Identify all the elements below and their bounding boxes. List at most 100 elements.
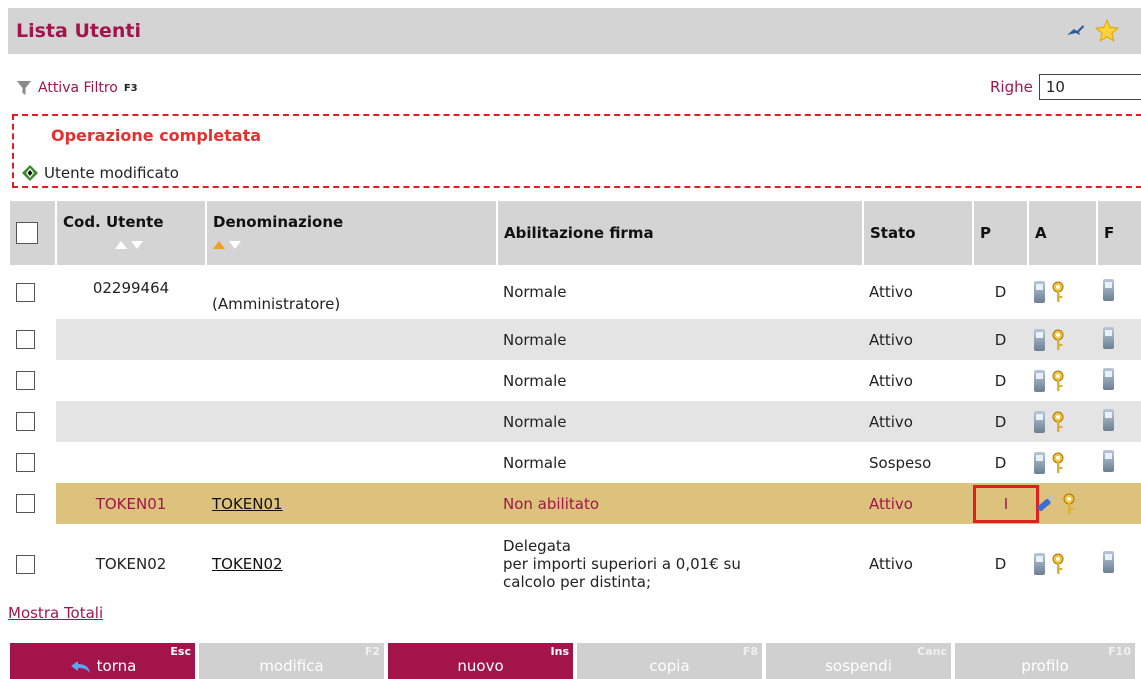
back-button-label: torna <box>96 657 137 675</box>
cell-a <box>1028 360 1097 401</box>
sort-asc-icon[interactable] <box>115 241 127 249</box>
show-totals-link[interactable]: Mostra Totali <box>8 604 103 622</box>
star-icon[interactable] <box>1094 18 1120 44</box>
back-button[interactable]: torna Esc <box>10 643 195 679</box>
cell-p: D <box>994 371 1007 390</box>
row-checkbox[interactable] <box>16 330 35 349</box>
new-button[interactable]: nuovo Ins <box>388 643 573 679</box>
table-row[interactable]: Normale Attivo D <box>10 319 1141 360</box>
row-checkbox[interactable] <box>16 282 35 302</box>
back-arrow-icon <box>70 661 90 673</box>
row-checkbox[interactable] <box>16 371 35 390</box>
cell-cod <box>56 319 206 360</box>
phone-icon[interactable] <box>1034 328 1045 351</box>
key-icon[interactable] <box>1051 329 1065 351</box>
filter-toggle[interactable]: Attiva Filtro F3 <box>16 80 138 96</box>
key-icon[interactable] <box>1062 493 1076 515</box>
table-row[interactable]: 02299464 (Amministratore) Normale Attivo… <box>10 265 1141 319</box>
cell-a <box>1028 524 1097 604</box>
key-icon[interactable] <box>1051 281 1065 303</box>
usb-token-icon[interactable] <box>1034 493 1056 515</box>
header-f: F <box>1097 201 1141 265</box>
abil-line-3: calcolo per distinta; <box>503 573 652 591</box>
key-icon[interactable] <box>1051 452 1065 474</box>
table-row-selected[interactable]: TOKEN01 TOKEN01 Non abilitato Attivo I <box>10 483 1141 524</box>
phone-icon[interactable] <box>1034 369 1045 392</box>
page-title: Lista Utenti <box>16 20 141 42</box>
copy-button-key: F8 <box>742 645 758 658</box>
cell-f <box>1097 360 1141 401</box>
key-icon[interactable] <box>1051 411 1065 433</box>
table-row[interactable]: Normale Sospeso D <box>10 442 1141 483</box>
row-checkbox[interactable] <box>16 494 35 513</box>
phone-icon[interactable] <box>1034 451 1045 474</box>
suspend-button-key: Canc <box>917 645 947 658</box>
cell-f <box>1097 265 1141 319</box>
title-bar: Lista Utenti <box>8 8 1141 54</box>
header-stato: Stato <box>863 201 974 265</box>
cell-stato: Attivo <box>863 319 973 360</box>
select-all-checkbox[interactable] <box>16 222 38 244</box>
abil-line-2: per importi superiori a 0,01€ su <box>503 555 741 573</box>
abil-line-1: Delegata <box>503 537 571 555</box>
phone-icon[interactable] <box>1103 449 1114 472</box>
pin-icon[interactable] <box>1065 22 1085 38</box>
back-button-key: Esc <box>170 645 191 658</box>
new-button-key: Ins <box>550 645 569 658</box>
cell-den: (Amministratore) <box>212 295 341 313</box>
cell-f <box>1097 524 1141 604</box>
cell-den <box>206 442 497 483</box>
cell-abil: Normale <box>497 401 863 442</box>
message-title: Operazione completata <box>51 126 262 145</box>
edit-button[interactable]: modifica F2 <box>199 643 384 679</box>
cell-den <box>206 360 497 401</box>
sort-desc-icon[interactable] <box>131 241 143 249</box>
header-p: P <box>973 201 1029 265</box>
table-row[interactable]: Normale Attivo D <box>10 360 1141 401</box>
cell-a <box>1028 265 1097 319</box>
cell-cod: 02299464 <box>92 279 170 297</box>
table-row[interactable]: Normale Attivo D <box>10 401 1141 442</box>
phone-icon[interactable] <box>1103 551 1114 573</box>
cell-abil: Normale <box>503 371 567 390</box>
message-line: Utente modificato <box>22 164 179 182</box>
key-icon[interactable] <box>1051 370 1065 392</box>
suspend-button[interactable]: sospendi Canc <box>766 643 951 679</box>
user-link[interactable]: TOKEN01 <box>212 495 283 513</box>
phone-icon[interactable] <box>1034 281 1045 303</box>
phone-icon[interactable] <box>1034 410 1045 433</box>
cell-cod <box>56 442 206 483</box>
table-row[interactable]: TOKEN02 TOKEN02 Delegata per importi sup… <box>10 524 1141 604</box>
new-button-label: nuovo <box>457 657 504 675</box>
rows-label: Righe <box>990 78 1033 96</box>
cell-stato: Attivo <box>869 371 913 390</box>
cell-p: I <box>973 483 1039 524</box>
cell-a <box>1028 442 1097 483</box>
phone-icon[interactable] <box>1103 326 1114 349</box>
users-table: Cod. Utente Denominazione Abilitazione f… <box>10 201 1141 604</box>
cell-den: TOKEN02 <box>206 524 497 604</box>
message-box: Operazione completata Utente modificato <box>12 114 1141 188</box>
phone-icon[interactable] <box>1103 279 1114 301</box>
cell-p: D <box>994 283 1007 301</box>
filter-link[interactable]: Attiva Filtro <box>38 80 118 96</box>
phone-icon[interactable] <box>1103 367 1114 390</box>
profile-button[interactable]: profilo F10 <box>955 643 1135 679</box>
key-icon[interactable] <box>1051 553 1065 575</box>
row-checkbox[interactable] <box>16 412 35 431</box>
funnel-icon <box>17 81 31 95</box>
sort-asc-active-icon[interactable] <box>213 241 225 249</box>
copy-button[interactable]: copia F8 <box>577 643 762 679</box>
header-abilitazione: Abilitazione firma <box>497 201 864 265</box>
phone-icon[interactable] <box>1034 553 1045 575</box>
rows-select[interactable]: 10 <box>1038 74 1141 100</box>
row-checkbox[interactable] <box>16 554 35 574</box>
sort-desc-icon[interactable] <box>229 241 241 249</box>
user-link[interactable]: TOKEN02 <box>212 555 283 573</box>
cell-abil: Non abilitato <box>497 483 863 524</box>
phone-icon[interactable] <box>1103 408 1114 431</box>
row-checkbox[interactable] <box>16 453 35 472</box>
action-bar: torna Esc modifica F2 nuovo Ins copia F8… <box>10 643 1141 679</box>
header-den-label: Denominazione <box>213 213 344 231</box>
cell-abil: Delegata per importi superiori a 0,01€ s… <box>497 524 863 604</box>
